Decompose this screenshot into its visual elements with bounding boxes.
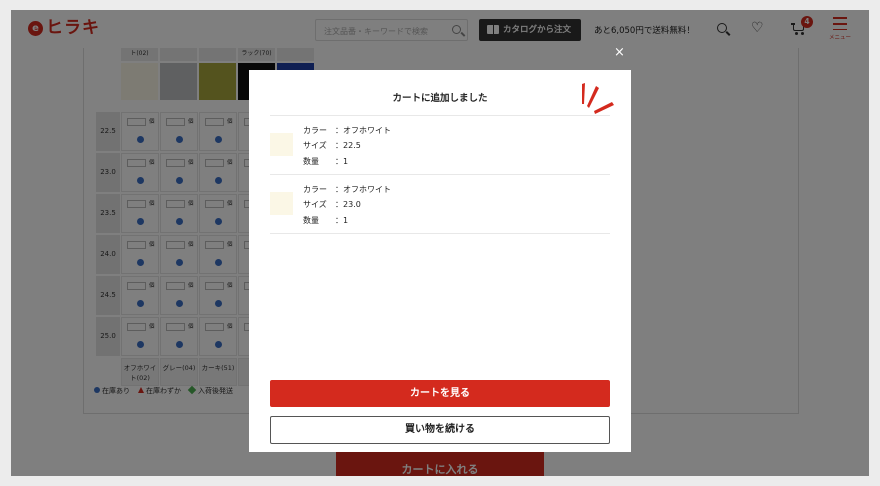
item-color-swatch	[270, 133, 293, 156]
item-color-swatch	[270, 192, 293, 215]
item-color-row: カラー ：オフホワイト	[303, 125, 391, 136]
item-size-value: ：23.0	[335, 200, 361, 209]
item-list-divider	[270, 233, 610, 234]
item-qty-label: 数量	[303, 157, 319, 166]
browser-viewport: e ヒラキ 注文品番・キーワードで検索 カタログから注文 あと6,050円で送料…	[11, 10, 869, 476]
dialog-title: カートに追加しました	[392, 93, 488, 104]
item-qty-value: ：1	[335, 216, 349, 225]
item-qty-row: 数量 ：1	[303, 156, 348, 167]
item-color-value: ：オフホワイト	[335, 126, 391, 135]
burst-icon	[582, 83, 614, 114]
item-size-row: サイズ ：23.0	[303, 199, 361, 210]
item-size-row: サイズ ：22.5	[303, 140, 361, 151]
item-qty-row: 数量 ：1	[303, 215, 348, 226]
item-color-value: ：オフホワイト	[335, 185, 391, 194]
item-qty-label: 数量	[303, 216, 319, 225]
item-size-label: サイズ	[303, 200, 327, 209]
cart-item: カラー ：オフホワイト サイズ ：23.0 数量 ：1	[270, 174, 610, 233]
item-color-label: カラー	[303, 185, 327, 194]
item-size-label: サイズ	[303, 141, 327, 150]
cart-added-dialog: カートに追加しました カラー ：オフホワイト サイズ ：22.5 数量 ：1 カラー ：…	[249, 70, 631, 452]
close-icon[interactable]: ×	[614, 46, 625, 59]
item-size-value: ：22.5	[335, 141, 361, 150]
cart-item: カラー ：オフホワイト サイズ ：22.5 数量 ：1	[270, 115, 610, 174]
item-color-label: カラー	[303, 126, 327, 135]
continue-shopping-button[interactable]: 買い物を続ける	[270, 416, 610, 444]
item-qty-value: ：1	[335, 157, 349, 166]
item-color-row: カラー ：オフホワイト	[303, 184, 391, 195]
view-cart-button[interactable]: カートを見る	[270, 380, 610, 407]
